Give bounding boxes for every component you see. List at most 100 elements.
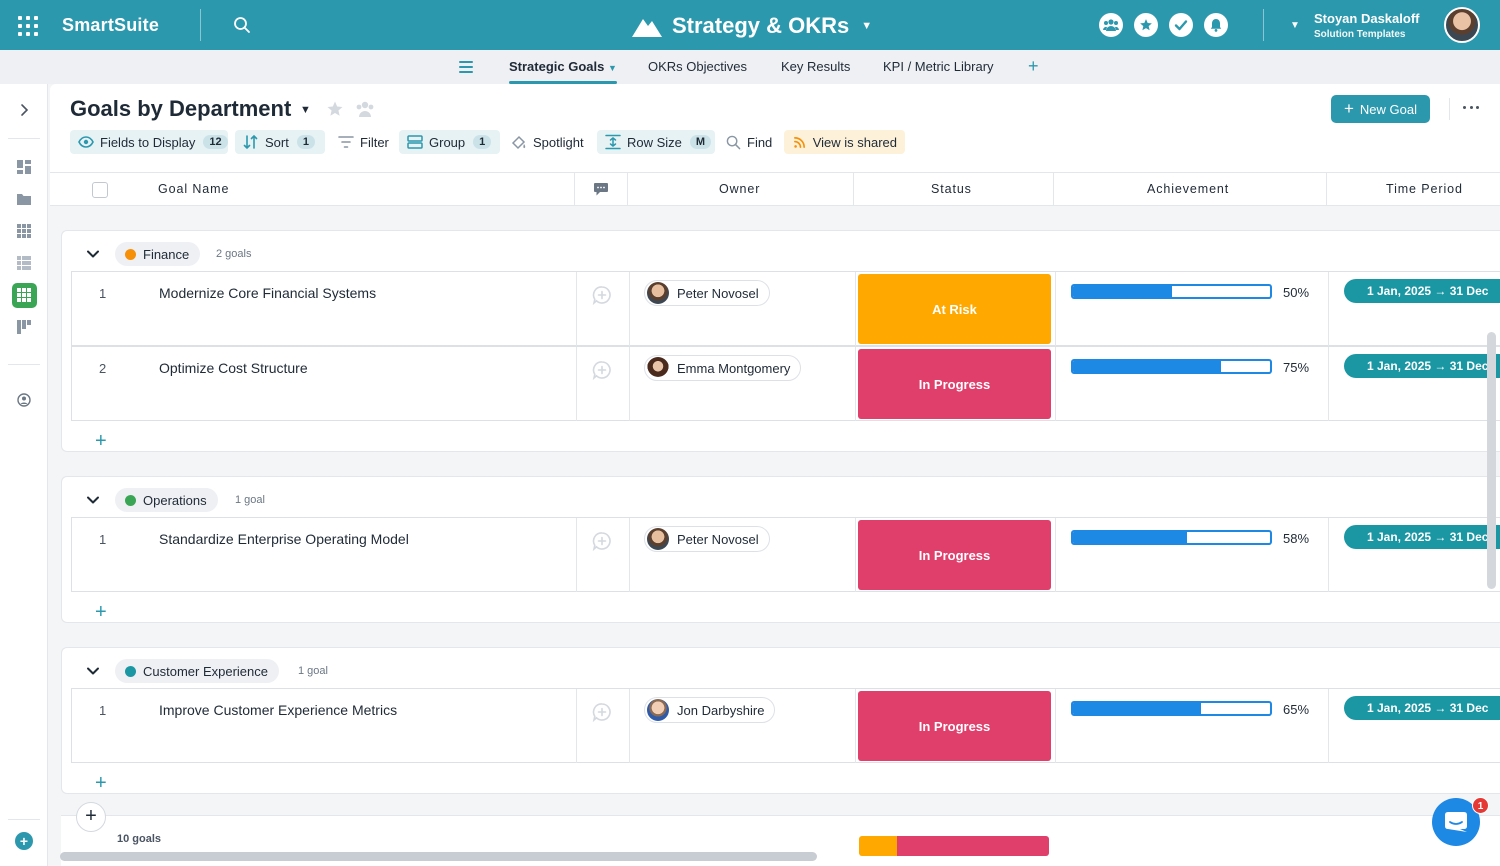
column-header-achievement[interactable]: Achievement bbox=[1147, 182, 1229, 196]
add-comment-icon[interactable] bbox=[592, 702, 612, 722]
group-label: Group bbox=[429, 134, 466, 150]
workspace-switcher[interactable]: Strategy & OKRs ▼ bbox=[632, 12, 872, 40]
cell-divider bbox=[855, 347, 856, 421]
table-row[interactable]: 1 Modernize Core Financial Systems Peter… bbox=[71, 271, 1500, 346]
add-comment-icon[interactable] bbox=[592, 360, 612, 380]
cell-divider bbox=[629, 518, 630, 592]
group-label-pill[interactable]: Operations bbox=[115, 488, 218, 512]
time-period-chip[interactable]: 1 Jan, 2025 → 31 Dec bbox=[1344, 696, 1500, 720]
group-label-pill[interactable]: Finance bbox=[115, 242, 201, 266]
new-goal-button[interactable]: + New Goal bbox=[1331, 95, 1430, 123]
chevron-down-icon[interactable] bbox=[86, 493, 100, 507]
chevron-down-icon[interactable] bbox=[86, 247, 100, 261]
column-header-time-period[interactable]: Time Period bbox=[1386, 182, 1463, 196]
add-comment-icon[interactable] bbox=[592, 285, 612, 305]
add-comment-icon[interactable] bbox=[592, 531, 612, 551]
dashboard-view-icon[interactable] bbox=[16, 159, 32, 175]
table-row[interactable]: 1 Standardize Enterprise Operating Model… bbox=[71, 517, 1500, 592]
sort-label: Sort bbox=[265, 134, 289, 150]
add-table-icon[interactable]: + bbox=[1028, 56, 1039, 77]
kanban-view-icon[interactable] bbox=[16, 319, 32, 335]
status-badge[interactable]: In Progress bbox=[858, 691, 1051, 761]
search-icon[interactable] bbox=[233, 16, 251, 34]
goal-name-cell[interactable]: Improve Customer Experience Metrics bbox=[159, 702, 397, 718]
row-size-button[interactable]: Row Size M bbox=[597, 130, 715, 154]
tab-kpi-metric-library[interactable]: KPI / Metric Library bbox=[883, 59, 994, 74]
fields-to-display-button[interactable]: Fields to Display 12 bbox=[70, 130, 228, 154]
column-divider[interactable] bbox=[574, 173, 575, 206]
group-count: 2 goals bbox=[216, 248, 252, 260]
goal-name-cell[interactable]: Modernize Core Financial Systems bbox=[159, 285, 376, 301]
grid-view-icon[interactable] bbox=[16, 287, 32, 303]
view-title[interactable]: Goals by Department bbox=[70, 96, 291, 122]
spotlight-button[interactable]: Spotlight bbox=[503, 130, 595, 154]
collaborators-icon[interactable] bbox=[355, 100, 375, 118]
group-button[interactable]: Group 1 bbox=[399, 130, 500, 154]
table-row[interactable]: 2 Optimize Cost Structure Emma Montgomer… bbox=[71, 346, 1500, 421]
table-row[interactable]: 1 Improve Customer Experience Metrics Jo… bbox=[71, 688, 1500, 763]
folder-icon[interactable] bbox=[16, 191, 32, 207]
status-badge[interactable]: At Risk bbox=[858, 274, 1051, 344]
owner-chip[interactable]: Emma Montgomery bbox=[644, 355, 802, 381]
add-record-icon[interactable]: + bbox=[95, 773, 107, 793]
view-shared-button[interactable]: View is shared bbox=[784, 130, 905, 154]
vertical-scrollbar[interactable] bbox=[1487, 332, 1496, 589]
add-row-button[interactable]: + bbox=[76, 802, 106, 832]
find-button[interactable]: Find bbox=[718, 130, 780, 154]
favorites-button[interactable] bbox=[1134, 13, 1158, 37]
select-all-checkbox[interactable] bbox=[92, 182, 108, 198]
time-period-chip[interactable]: 1 Jan, 2025 → 31 Dec bbox=[1344, 354, 1500, 378]
tab-key-results[interactable]: Key Results bbox=[781, 59, 850, 74]
filter-label: Filter bbox=[360, 134, 389, 150]
owner-chip[interactable]: Peter Novosel bbox=[644, 526, 770, 552]
cell-divider bbox=[576, 689, 577, 763]
more-options-icon[interactable] bbox=[1463, 106, 1479, 110]
column-divider[interactable] bbox=[1053, 173, 1054, 206]
tab-okrs-objectives[interactable]: OKRs Objectives bbox=[648, 59, 747, 74]
hamburger-menu-icon[interactable] bbox=[459, 61, 473, 73]
tab-strategic-goals[interactable]: Strategic Goals ▼ bbox=[509, 59, 617, 74]
column-header-goal-name[interactable]: Goal Name bbox=[158, 182, 229, 196]
account-icon[interactable] bbox=[16, 392, 32, 408]
time-period-chip[interactable]: 1 Jan, 2025 → 31 Dec bbox=[1344, 279, 1500, 303]
column-divider[interactable] bbox=[627, 173, 628, 206]
add-record-icon[interactable]: + bbox=[95, 602, 107, 622]
rss-share-icon bbox=[792, 134, 807, 150]
status-badge[interactable]: In Progress bbox=[858, 520, 1051, 590]
goal-name-cell[interactable]: Standardize Enterprise Operating Model bbox=[159, 531, 409, 547]
tasks-button[interactable] bbox=[1169, 13, 1193, 37]
add-record-icon[interactable]: + bbox=[95, 431, 107, 451]
add-app-icon[interactable]: + bbox=[15, 832, 33, 850]
expand-sidebar-icon[interactable] bbox=[16, 102, 32, 118]
column-header-status[interactable]: Status bbox=[931, 182, 972, 196]
comments-column-icon[interactable] bbox=[593, 182, 609, 197]
group-icon bbox=[407, 134, 423, 150]
time-period-chip[interactable]: 1 Jan, 2025 → 31 Dec bbox=[1344, 525, 1500, 549]
group-label-pill[interactable]: Customer Experience bbox=[115, 659, 279, 683]
apps-grid-icon[interactable] bbox=[18, 16, 38, 36]
chevron-down-icon[interactable]: ▼ bbox=[300, 104, 311, 116]
favorite-star-icon[interactable] bbox=[326, 100, 344, 118]
user-name: Stoyan Daskaloff bbox=[1314, 11, 1420, 26]
sort-button[interactable]: Sort 1 bbox=[235, 130, 325, 154]
group-color-dot bbox=[125, 248, 136, 260]
owner-chip[interactable]: Jon Darbyshire bbox=[644, 697, 776, 723]
filter-button[interactable]: Filter bbox=[330, 130, 395, 154]
owner-chip[interactable]: Peter Novosel bbox=[644, 280, 770, 306]
team-button[interactable] bbox=[1099, 13, 1123, 37]
user-avatar[interactable] bbox=[1444, 7, 1480, 43]
card-view-icon[interactable] bbox=[16, 223, 32, 239]
column-divider[interactable] bbox=[1326, 173, 1327, 206]
status-badge[interactable]: In Progress bbox=[858, 349, 1051, 419]
notifications-button[interactable] bbox=[1204, 13, 1228, 37]
cell-divider bbox=[629, 347, 630, 421]
chevron-down-icon[interactable] bbox=[86, 664, 100, 678]
fields-count-badge: 12 bbox=[203, 135, 228, 149]
brand-logo[interactable]: SmartSuite bbox=[62, 15, 159, 36]
column-header-owner[interactable]: Owner bbox=[719, 182, 760, 196]
row-height-icon bbox=[605, 134, 621, 150]
horizontal-scrollbar[interactable] bbox=[60, 852, 817, 861]
column-divider[interactable] bbox=[853, 173, 854, 206]
goal-name-cell[interactable]: Optimize Cost Structure bbox=[159, 360, 308, 376]
list-view-icon[interactable] bbox=[16, 255, 32, 271]
